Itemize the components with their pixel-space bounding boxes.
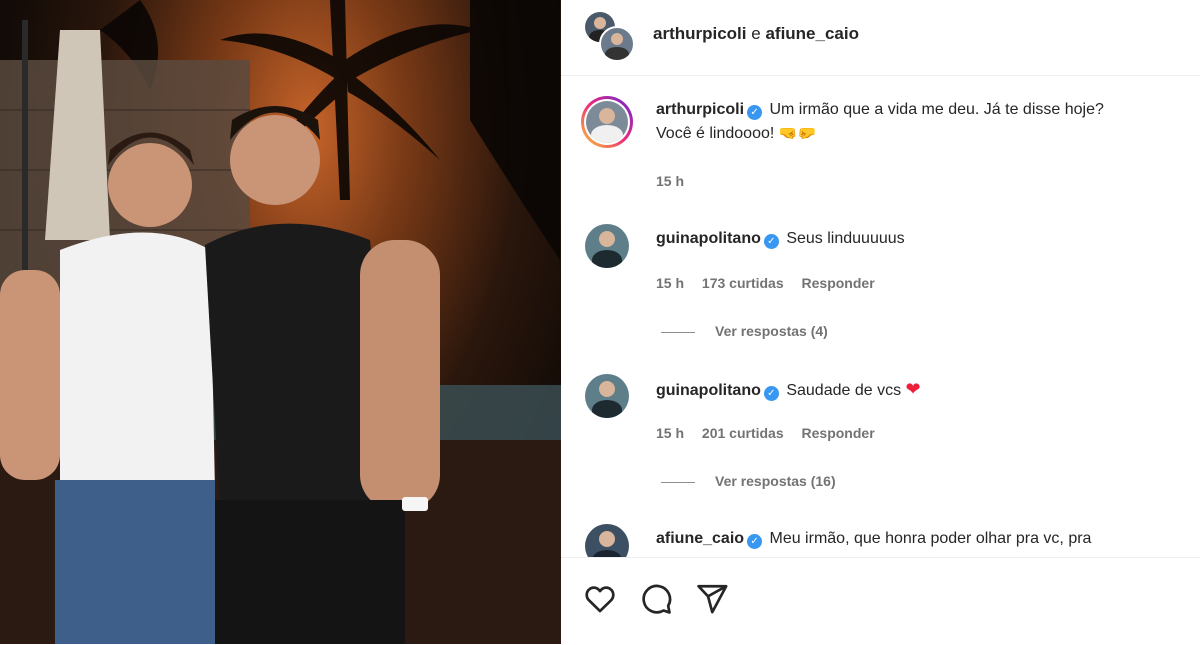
view-replies-button[interactable]: Ver respostas (4) (661, 323, 828, 339)
post-header: arthurpicoli e afiune_caio (561, 0, 1200, 76)
caption-text: Você é lindoooo! (656, 125, 775, 142)
comment: guinapolitano ✓ Saudade de vcs ❤ (656, 377, 1186, 403)
comments-list[interactable]: arthurpicoli ✓ Um irmão que a vida me deu… (561, 76, 1200, 557)
avatar[interactable] (585, 374, 629, 418)
comment-time[interactable]: 15 h (656, 173, 684, 189)
comment-time[interactable]: 15 h (656, 425, 684, 441)
verified-badge-icon: ✓ (763, 234, 779, 249)
comment-text: Seus linduuuuus (786, 230, 905, 247)
avatar[interactable] (585, 224, 629, 268)
view-replies-label: Ver respostas (16) (715, 473, 836, 489)
avatar[interactable] (599, 26, 635, 62)
comment-likes[interactable]: 201 curtidas (702, 425, 784, 441)
comment-text: Saudade de vcs (786, 382, 902, 399)
reply-button[interactable]: Responder (802, 425, 875, 441)
photo-illustration (0, 0, 561, 644)
fist-bump-emoji: 🤜🤛 (778, 125, 817, 142)
post-authors: arthurpicoli e afiune_caio (653, 24, 859, 44)
reply-button[interactable]: Responder (802, 275, 875, 291)
comment: afiune_caio ✓ Meu irmão, que honra poder … (656, 527, 1186, 551)
comment-username[interactable]: guinapolitano (656, 230, 761, 247)
comment-username[interactable]: arthurpicoli (656, 101, 744, 118)
author-link[interactable]: afiune_caio (765, 24, 859, 43)
replies-divider (661, 331, 695, 333)
comment-username[interactable]: guinapolitano (656, 382, 761, 399)
view-replies-button[interactable]: Ver respostas (16) (661, 473, 836, 489)
comment-likes[interactable]: 173 curtidas (702, 275, 784, 291)
replies-divider (661, 481, 695, 483)
comment-text: Meu irmão, que honra poder olhar pra vc,… (769, 530, 1092, 547)
authors-separator: e (751, 24, 761, 43)
share-icon[interactable] (695, 582, 729, 616)
verified-badge-icon: ✓ (747, 534, 763, 549)
red-heart-emoji: ❤ (905, 379, 921, 399)
caption: arthurpicoli ✓ Um irmão que a vida me deu… (656, 98, 1186, 146)
avatar[interactable] (581, 96, 633, 148)
comment: guinapolitano ✓ Seus linduuuuus (656, 227, 1186, 251)
post-photo[interactable] (0, 0, 561, 644)
heart-icon[interactable] (583, 582, 617, 616)
comment-time[interactable]: 15 h (656, 275, 684, 291)
comment-meta: 15 h 173 curtidas Responder (656, 275, 889, 291)
caption-text: Um irmão que a vida me deu. Já te disse … (769, 101, 1104, 118)
verified-badge-icon: ✓ (747, 105, 763, 120)
view-replies-label: Ver respostas (4) (715, 323, 828, 339)
post-detail-panel: arthurpicoli e afiune_caio arthurpicoli ✓… (561, 0, 1200, 644)
avatar[interactable] (585, 524, 629, 557)
verified-badge-icon: ✓ (763, 386, 779, 401)
comment-meta: 15 h 201 curtidas Responder (656, 425, 889, 441)
comment-icon[interactable] (639, 582, 673, 616)
comment-username[interactable]: afiune_caio (656, 530, 744, 547)
caption-meta: 15 h (656, 173, 698, 189)
author-link[interactable]: arthurpicoli (653, 24, 747, 43)
post-actions (561, 557, 1200, 645)
